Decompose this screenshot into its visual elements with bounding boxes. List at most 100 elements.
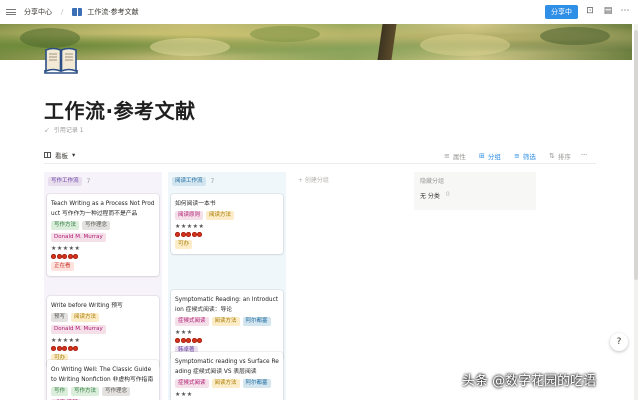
- star-rating: ★★★: [175, 391, 193, 398]
- heart-icon: [186, 338, 191, 343]
- heart-icon: [175, 338, 180, 343]
- heart-icon: [191, 232, 197, 237]
- heart-icon: [62, 346, 67, 351]
- group-count: 7: [86, 177, 91, 185]
- column-header[interactable]: 写作工作流 7: [44, 172, 162, 190]
- hidden-group-item[interactable]: 无 分类 0: [414, 189, 536, 202]
- card-tag: 写作理念: [102, 387, 131, 396]
- watermark: 头条 @数字花园的吃语: [462, 374, 597, 389]
- heart-icon: [191, 338, 197, 343]
- heart-icon: [56, 346, 62, 351]
- card-tag: 写作方法: [51, 221, 80, 230]
- heart-icon: [180, 232, 186, 237]
- card-tag: 阿尔都塞: [242, 317, 271, 326]
- sidebar-toggle-icon[interactable]: [6, 7, 16, 17]
- scrollbar-thumb[interactable]: [634, 30, 638, 280]
- heart-icon: [197, 232, 202, 237]
- book-icon: [72, 8, 83, 16]
- sort-label: 排序: [557, 153, 571, 161]
- layout-icon[interactable]: ▤: [603, 6, 613, 17]
- add-group-label: + 创建分组: [298, 177, 329, 184]
- card-tags: 预写 阅读方法 Donald M. Murray: [51, 313, 155, 334]
- star-rating: ★★★★★: [51, 337, 81, 344]
- share-button[interactable]: 分享中: [545, 5, 578, 19]
- card-title: Symptomatic reading vs Surface Reading 症…: [175, 359, 279, 375]
- database-view-bar: 看板 ▾ ≡ 属性 ⊞ 分组 ≡ 筛选 ⇅ 排序 ···: [44, 148, 596, 164]
- card-title: Symptomatic Reading: an Introduction 症候式…: [175, 297, 279, 313]
- heart-rating: [175, 338, 279, 343]
- backlinks[interactable]: ↙ 引用记录 1: [44, 125, 84, 135]
- card-tag: 阅读方法: [206, 211, 235, 220]
- filter-button[interactable]: ≡ 筛选: [514, 151, 536, 161]
- card-tag: 症候式阅读: [175, 379, 209, 388]
- card-tag: 预写: [51, 313, 69, 322]
- star-rating: ★★★: [175, 329, 193, 336]
- column-header[interactable]: 阅读工作流 7: [168, 172, 286, 190]
- status-badge: 可办: [175, 240, 193, 249]
- more-icon[interactable]: ⋯: [620, 6, 630, 17]
- page-title[interactable]: 工作流·参考文献: [44, 95, 196, 124]
- card-tag: 写作理念: [82, 221, 111, 230]
- properties-label: 属性: [452, 153, 466, 161]
- breadcrumb: 分享中心 / 工作流·参考文献: [24, 7, 139, 17]
- card-tag: 阅读原则: [175, 211, 204, 220]
- heart-icon: [73, 254, 78, 259]
- breadcrumb-space[interactable]: 分享中心: [24, 7, 52, 17]
- view-tab-label: 看板: [55, 152, 68, 160]
- heart-icon: [67, 346, 73, 351]
- star-rating: ★★★★★: [51, 245, 81, 252]
- board-card[interactable]: Symptomatic Reading: an Introduction 症候式…: [171, 290, 283, 360]
- properties-icon: ≡: [444, 152, 450, 160]
- card-tag: 写作方法: [71, 387, 100, 396]
- help-button[interactable]: ?: [610, 333, 628, 351]
- board-card[interactable]: 如何阅读一本书 阅读原则 阅读方法 ★★★★★ 可办: [171, 194, 283, 254]
- sort-icon: ⇅: [549, 152, 555, 160]
- group-button[interactable]: ⊞ 分组: [479, 151, 501, 161]
- heart-icon: [175, 232, 180, 237]
- card-title: Teach Writing as a Process Not Product 写…: [51, 201, 155, 217]
- card-title: 如何阅读一本书: [175, 201, 216, 207]
- kanban-board: 写作工作流 7 Teach Writing as a Process Not P…: [44, 172, 640, 400]
- filter-label: 筛选: [522, 153, 536, 161]
- hidden-groups-title: 隐藏分组: [420, 178, 445, 185]
- board-column-reading: 阅读工作流 7 如何阅读一本书 阅读原则 阅读方法 ★★★★★ 可办 Symptomati…: [168, 172, 286, 400]
- backlink-arrow-icon: ↙: [44, 125, 50, 134]
- properties-button[interactable]: ≡ 属性: [444, 151, 466, 161]
- card-tag: 阅读方法: [211, 379, 240, 388]
- hidden-groups: 隐藏分组 无 分类 0: [414, 172, 536, 210]
- board-card[interactable]: Write before Writing 预写 预写 阅读方法 Donald M. M…: [47, 296, 159, 368]
- card-tag: Donald M. Murray: [51, 325, 106, 334]
- card-tags: 症候式阅读 阅读方法 阿尔都塞: [175, 379, 279, 388]
- open-book-icon[interactable]: [44, 44, 78, 74]
- card-tag: 阅读方法: [211, 317, 240, 326]
- heart-icon: [180, 338, 186, 343]
- card-tags: 写作写作方法写作理念威廉·津瑟: [51, 387, 155, 400]
- board-card[interactable]: Teach Writing as a Process Not Product 写…: [47, 194, 159, 276]
- card-tags: 写作方法 写作理念 Donald M. Murray: [51, 221, 155, 242]
- heart-rating: [51, 346, 155, 351]
- page-cover[interactable]: [0, 24, 632, 60]
- hidden-group-count: 0: [445, 191, 450, 198]
- heart-icon: [186, 232, 191, 237]
- sort-button[interactable]: ⇅ 排序: [549, 151, 571, 161]
- heart-icon: [56, 254, 62, 259]
- add-group-button[interactable]: + 创建分组: [292, 172, 408, 190]
- view-tab-board[interactable]: 看板 ▾: [44, 150, 75, 160]
- top-bar: 分享中心 / 工作流·参考文献: [0, 0, 640, 24]
- heart-icon: [51, 346, 56, 351]
- board-card[interactable]: On Writing Well: The Classic Guide to Wr…: [47, 360, 159, 400]
- heart-icon: [51, 254, 56, 259]
- card-title: On Writing Well: The Classic Guide to Wr…: [51, 367, 154, 383]
- card-tag: 阅读方法: [71, 313, 100, 322]
- backlinks-label: 引用记录 1: [53, 127, 84, 134]
- view-more-button[interactable]: ···: [581, 151, 587, 159]
- board-card[interactable]: Symptomatic reading vs Surface Reading 症…: [171, 352, 283, 400]
- breadcrumb-page[interactable]: 工作流·参考文献: [87, 7, 138, 17]
- heart-icon: [197, 338, 202, 343]
- card-tag: 写作: [51, 387, 69, 396]
- group-label: 分组: [487, 153, 501, 161]
- bookmark-icon[interactable]: ⊡: [585, 6, 595, 17]
- heart-rating: [175, 232, 279, 237]
- heart-icon: [62, 254, 67, 259]
- star-rating: ★★★★★: [175, 223, 205, 230]
